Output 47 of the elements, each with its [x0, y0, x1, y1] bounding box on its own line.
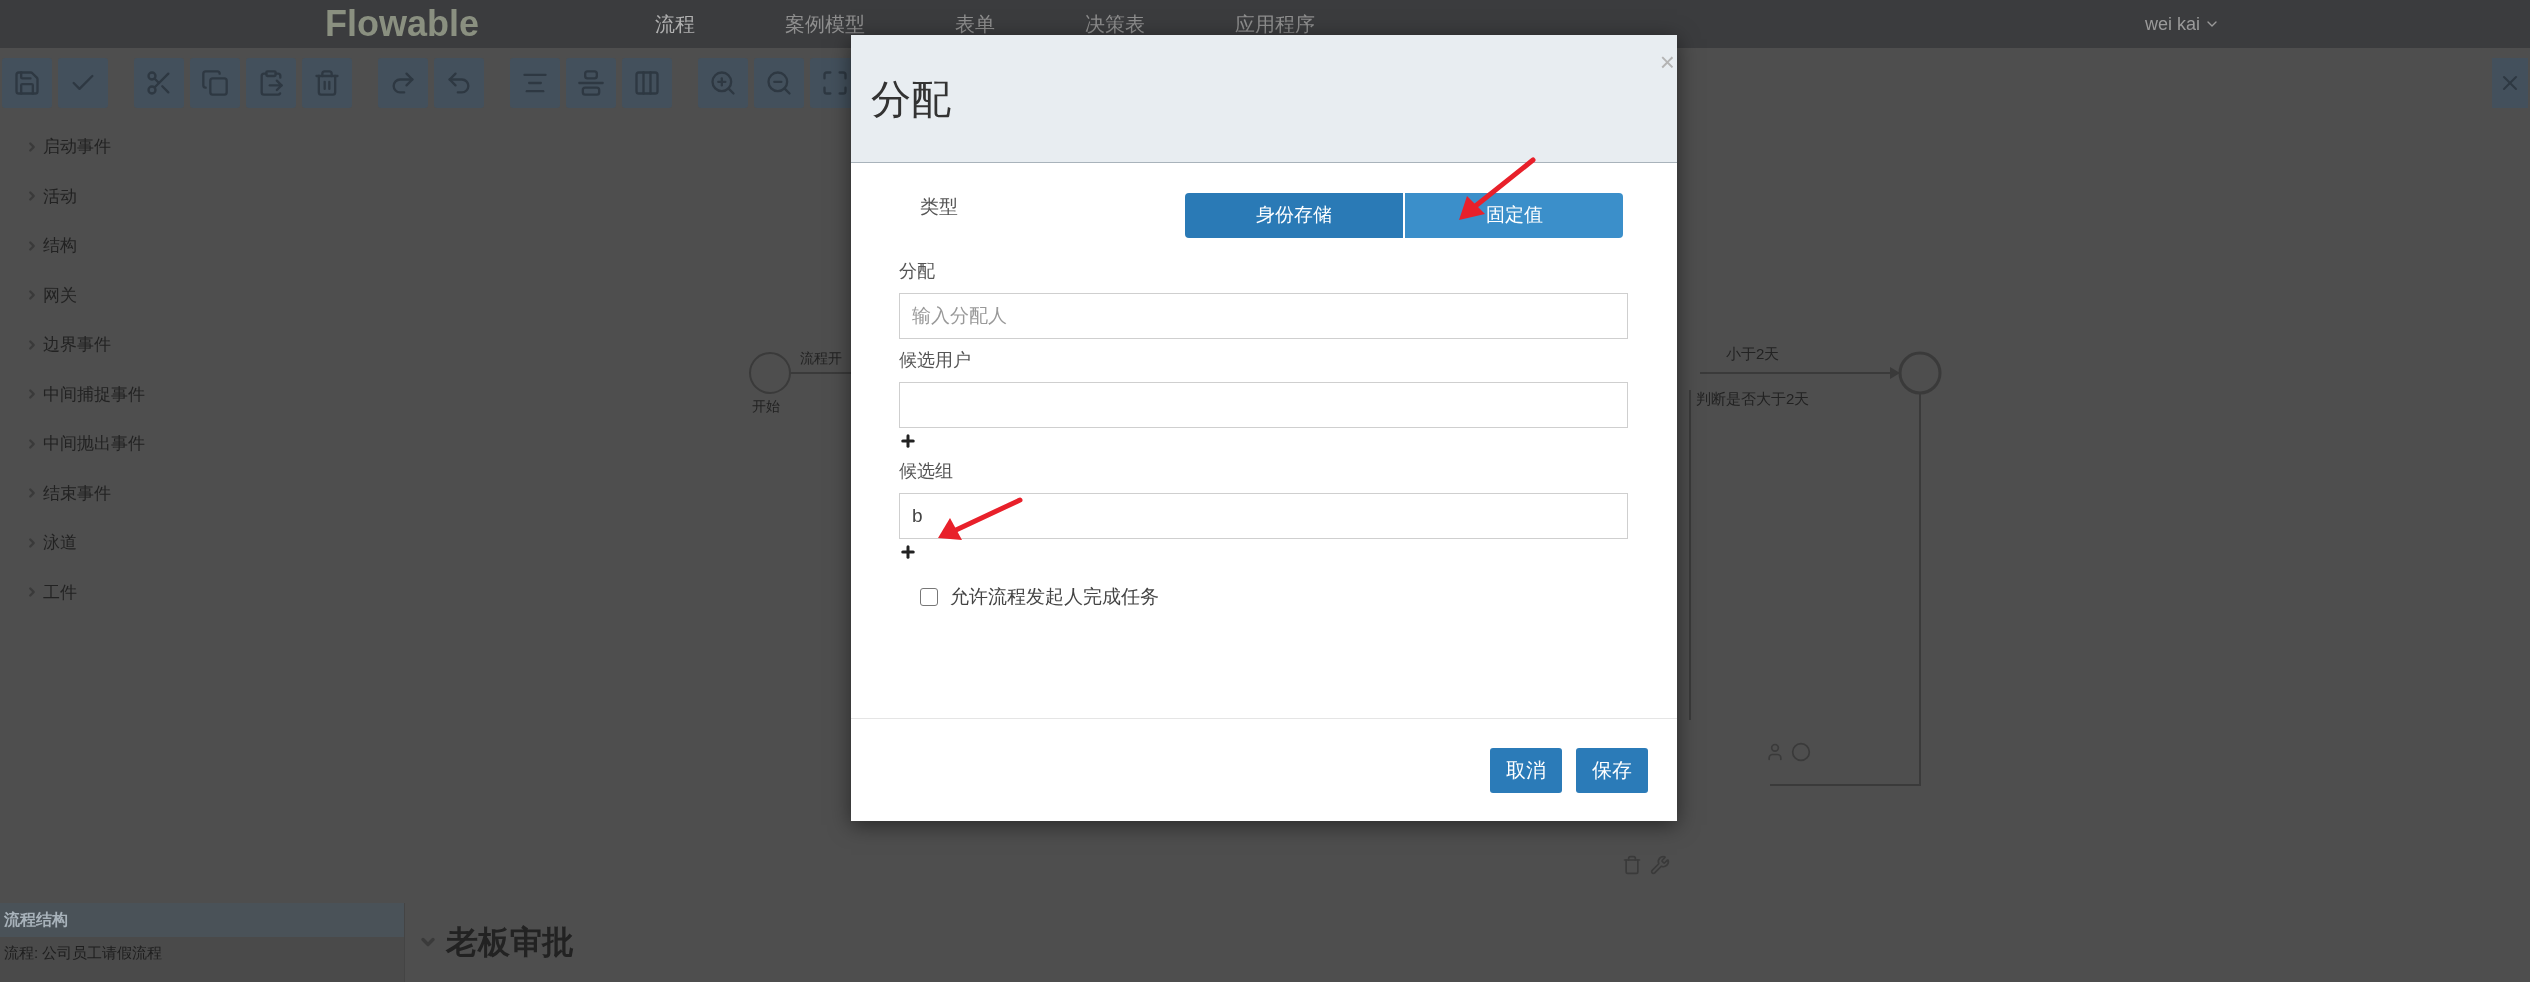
close-panel-button[interactable] [2492, 58, 2528, 108]
check-button[interactable] [58, 58, 108, 108]
copy-button[interactable] [190, 58, 240, 108]
add-icon[interactable] [899, 543, 917, 561]
scissors-button[interactable] [134, 58, 184, 108]
paste-button[interactable] [246, 58, 296, 108]
type-toggle[interactable]: 固定值 [1405, 193, 1623, 238]
redo-button[interactable] [378, 58, 428, 108]
nav-link[interactable]: 流程 [655, 9, 695, 39]
fit-icon [821, 69, 849, 97]
delete-button[interactable] [302, 58, 352, 108]
nav-link[interactable]: 应用程序 [1235, 9, 1315, 39]
copy-icon [201, 69, 229, 97]
close-button[interactable]: × [1659, 49, 1675, 75]
field-label: 候选用户 [899, 349, 972, 372]
delete-icon [313, 69, 341, 97]
text-field[interactable]: 输入分配人 [899, 293, 1628, 339]
text-field[interactable] [899, 382, 1628, 428]
type-toggle[interactable]: 身份存储 [1185, 193, 1403, 238]
nav-link[interactable]: 案例模型 [785, 9, 865, 39]
logo[interactable]: Flowable [325, 0, 655, 51]
save-icon [13, 69, 41, 97]
undo-button[interactable] [434, 58, 484, 108]
zoom-out-icon [765, 69, 793, 97]
align-button[interactable] [510, 58, 560, 108]
dialog-title: 分配 [871, 75, 951, 123]
nav-link[interactable]: 表单 [955, 9, 995, 39]
type-label: 类型 [920, 195, 959, 219]
cancel-button[interactable]: 取消 [1490, 747, 1562, 793]
align-vertical-button[interactable] [566, 58, 616, 108]
zoom-out-button[interactable] [754, 58, 804, 108]
save-button[interactable] [2, 58, 52, 108]
panel-title: 流程结构 [4, 910, 68, 930]
align-vertical-icon [577, 69, 605, 97]
field-label: 分配 [899, 260, 936, 283]
checkbox[interactable] [920, 588, 938, 607]
zoom-in-button[interactable] [698, 58, 748, 108]
zoom-in-icon [709, 69, 737, 97]
checkbox-label[interactable]: 允许流程发起人完成任务 [950, 583, 1159, 612]
columns-icon [633, 69, 661, 97]
save-button[interactable]: 保存 [1576, 747, 1648, 793]
user-menu[interactable]: wei kai [2144, 10, 2220, 38]
columns-button[interactable] [622, 58, 672, 108]
text-field[interactable]: b [899, 493, 1628, 539]
nav-link[interactable]: 决策表 [1085, 9, 1145, 39]
field-label: 候选组 [899, 460, 954, 483]
add-icon[interactable] [899, 432, 917, 450]
